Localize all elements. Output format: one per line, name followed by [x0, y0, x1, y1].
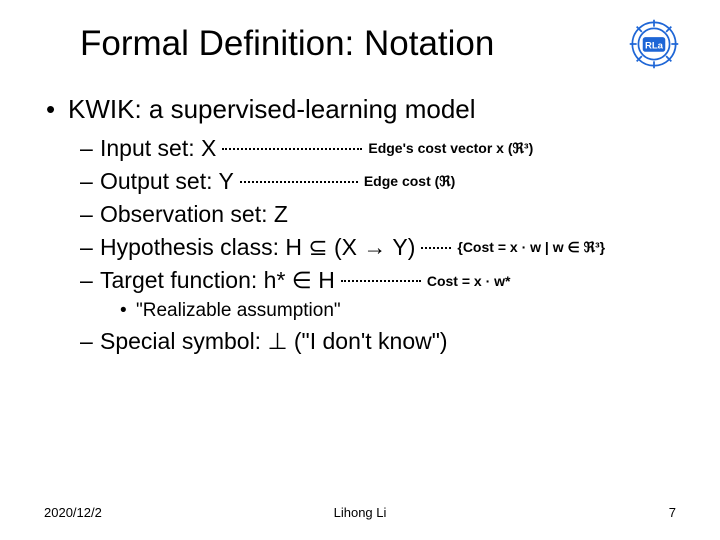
- bullet-main: KWIK: a supervised-learning model: [46, 94, 680, 125]
- item-target-annot: Cost = x · w*: [427, 273, 511, 289]
- leader-dots: [240, 181, 358, 183]
- title-row: Formal Definition: Notation RLa: [40, 18, 680, 70]
- svg-text:RLa: RLa: [645, 40, 664, 51]
- item-output-text: Output set: Y: [100, 168, 234, 195]
- rla-logo-icon: RLa: [628, 18, 680, 70]
- slide-title: Formal Definition: Notation: [80, 24, 494, 64]
- item-hyp-text: Hypothesis class: H ⊆ (X → Y): [100, 234, 415, 261]
- leader-dots: [341, 280, 421, 282]
- item-special: Special symbol: ⊥ ("I don't know"): [80, 328, 680, 355]
- item-input: Input set: X Edge's cost vector x (ℜ³): [80, 135, 680, 162]
- footer-author: Lihong Li: [334, 505, 387, 520]
- item-obs: Observation set: Z: [80, 201, 680, 228]
- item-target-text: Target function: h* ∈ H: [100, 267, 335, 294]
- leader-dots: [222, 148, 362, 150]
- item-obs-text: Observation set: Z: [100, 201, 288, 228]
- item-realizable: "Realizable assumption": [120, 300, 680, 322]
- item-hyp-annot: {Cost = x · w | w ∈ ℜ³}: [457, 239, 605, 256]
- item-target: Target function: h* ∈ H Cost = x · w*: [80, 267, 680, 294]
- footer-date: 2020/12/2: [44, 505, 102, 520]
- sub-list: Input set: X Edge's cost vector x (ℜ³) O…: [46, 135, 680, 355]
- slide: Formal Definition: Notation RLa KWIK: a …: [0, 0, 720, 540]
- content: KWIK: a supervised-learning model Input …: [40, 94, 680, 355]
- item-output-annot: Edge cost (ℜ): [364, 173, 456, 190]
- item-input-text: Input set: X: [100, 135, 216, 162]
- item-hyp: Hypothesis class: H ⊆ (X → Y) {Cost = x …: [80, 234, 680, 261]
- leader-dots: [421, 247, 451, 249]
- footer: 2020/12/2 Lihong Li 7: [0, 505, 720, 520]
- item-input-annot: Edge's cost vector x (ℜ³): [368, 140, 533, 157]
- item-special-text: Special symbol: ⊥ ("I don't know"): [100, 328, 448, 355]
- footer-page: 7: [669, 505, 676, 520]
- item-output: Output set: Y Edge cost (ℜ): [80, 168, 680, 195]
